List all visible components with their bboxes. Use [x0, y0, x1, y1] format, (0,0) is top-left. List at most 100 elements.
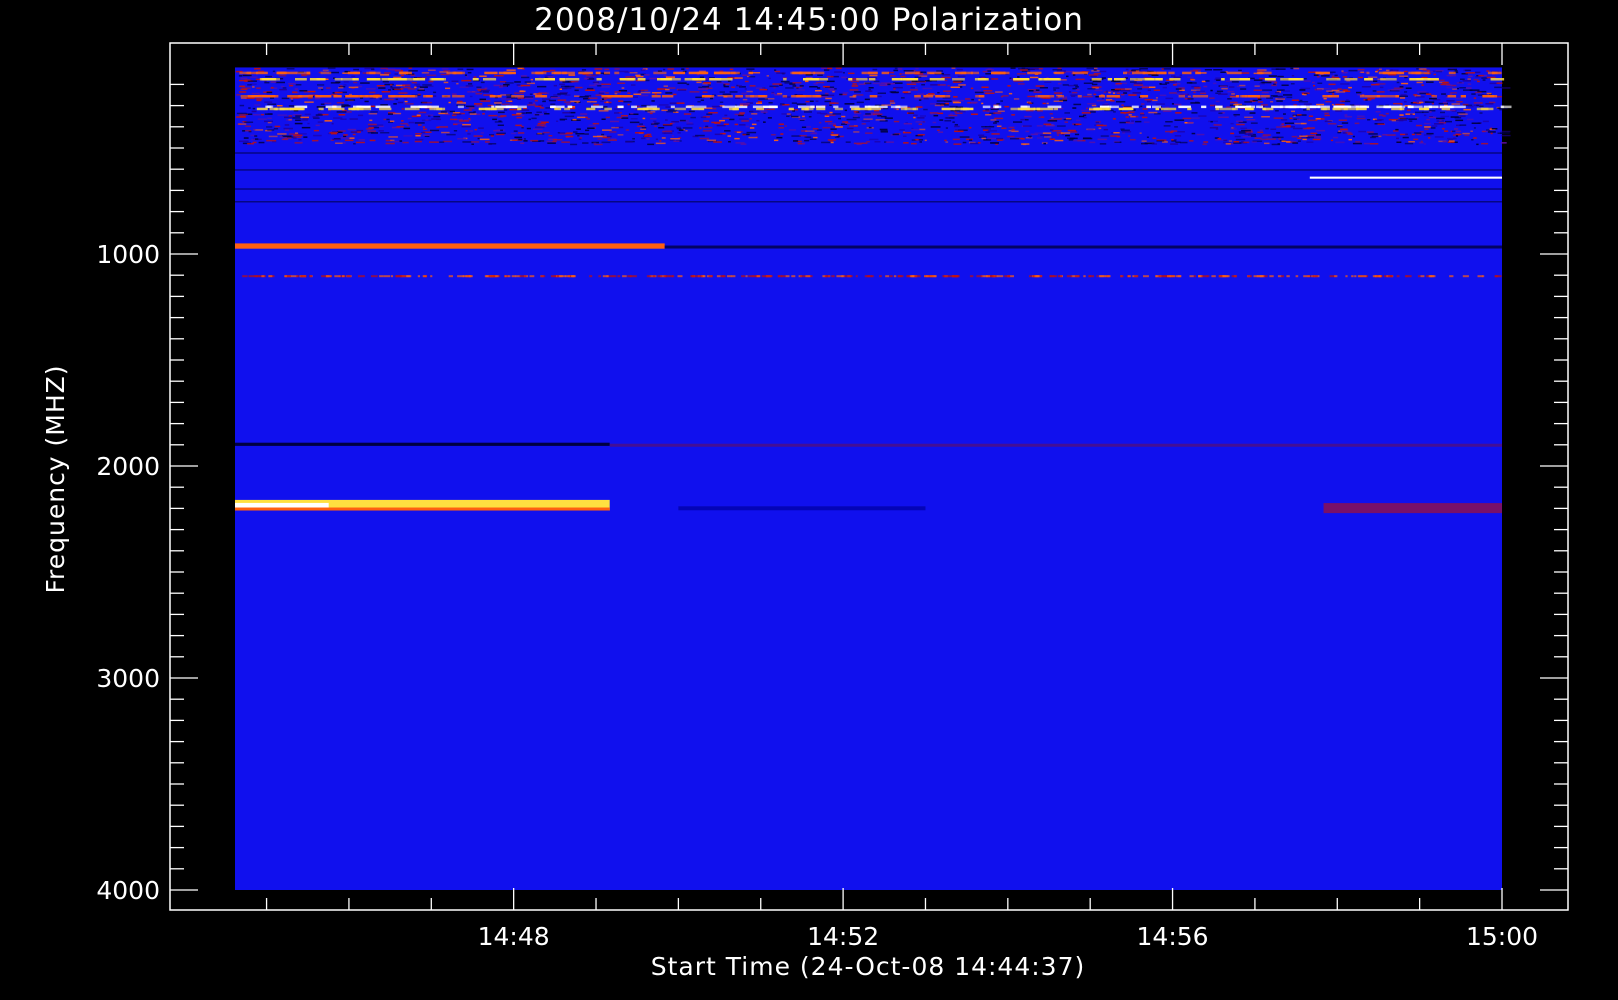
noise-mark [1233, 103, 1239, 106]
noise-mark [505, 82, 514, 84]
noise-mark [256, 99, 262, 102]
noise-mark [275, 81, 285, 84]
noise-mark [520, 142, 525, 144]
streak-mark [434, 107, 446, 111]
noise-mark [390, 139, 395, 142]
noise-mark [863, 118, 873, 120]
noise-mark [1415, 116, 1419, 119]
noise-mark [462, 141, 472, 143]
noise-mark [570, 143, 578, 146]
noise-mark [1321, 75, 1330, 77]
noise-mark [1419, 142, 1424, 144]
noise-mark [979, 136, 987, 138]
streak-mark [497, 95, 502, 98]
noise-mark [826, 75, 834, 78]
noise-mark [1404, 101, 1407, 103]
noise-mark [384, 72, 391, 74]
noise-mark [1231, 93, 1235, 95]
noise-mark [1035, 89, 1040, 91]
noise-mark [610, 120, 619, 123]
noise-mark [760, 111, 768, 113]
noise-mark [370, 132, 378, 134]
noise-mark [264, 81, 270, 84]
noise-mark [1257, 97, 1261, 99]
speckle-mark [284, 275, 287, 278]
noise-mark [1187, 98, 1194, 100]
streak-mark [1221, 78, 1225, 81]
noise-mark [677, 82, 687, 84]
noise-mark [1043, 123, 1052, 125]
noise-mark [630, 112, 634, 115]
noise-mark [1441, 93, 1446, 95]
noise-mark [408, 70, 418, 72]
noise-mark [277, 114, 288, 116]
streak-mark [351, 107, 356, 111]
speckle-mark [1351, 275, 1354, 278]
noise-mark [457, 138, 466, 140]
noise-mark [428, 80, 434, 83]
noise-mark [1095, 121, 1099, 124]
noise-mark [489, 134, 495, 136]
noise-mark [1276, 126, 1283, 128]
noise-mark [343, 135, 347, 138]
noise-mark [536, 133, 545, 135]
noise-mark [985, 73, 991, 75]
noise-mark [1396, 141, 1402, 143]
noise-mark [369, 119, 373, 122]
noise-mark [698, 86, 703, 89]
noise-mark [245, 125, 251, 128]
noise-mark [1344, 116, 1353, 118]
noise-mark [902, 131, 912, 134]
noise-mark [853, 142, 863, 145]
noise-mark [1260, 138, 1267, 141]
noise-mark [501, 103, 510, 105]
noise-mark [865, 90, 873, 92]
noise-mark [937, 112, 944, 115]
noise-mark [1187, 95, 1191, 98]
noise-mark [804, 139, 810, 142]
noise-mark [593, 142, 597, 144]
noise-mark [1191, 132, 1196, 135]
noise-mark [1177, 90, 1183, 93]
streak-mark [1109, 105, 1119, 109]
noise-mark [428, 115, 431, 117]
noise-mark [1075, 86, 1079, 88]
noise-mark [402, 141, 409, 144]
noise-mark [1040, 134, 1050, 136]
noise-mark [601, 141, 611, 144]
noise-mark [641, 137, 646, 140]
noise-mark [1501, 87, 1511, 89]
noise-mark [1068, 84, 1074, 87]
noise-mark [856, 101, 864, 104]
noise-mark [1348, 138, 1352, 141]
noise-mark [267, 117, 272, 119]
noise-mark [345, 99, 356, 101]
speckle-mark [1247, 275, 1252, 278]
noise-mark [809, 138, 817, 140]
noise-mark [917, 93, 925, 95]
noise-mark [1467, 83, 1472, 85]
streak-mark [652, 107, 657, 111]
noise-mark [308, 90, 316, 93]
noise-mark [535, 126, 545, 129]
noise-mark [523, 140, 528, 142]
noise-mark [880, 131, 888, 133]
streak-mark [1053, 107, 1058, 111]
noise-mark [1372, 90, 1377, 92]
noise-mark [983, 129, 989, 131]
noise-mark [1413, 138, 1419, 141]
streak-mark [697, 71, 709, 75]
noise-mark [919, 128, 926, 131]
noise-mark [977, 142, 981, 144]
noise-mark [452, 122, 463, 125]
noise-mark [401, 120, 404, 122]
noise-mark [1444, 130, 1449, 132]
streak-mark [1293, 105, 1300, 109]
noise-mark [1328, 83, 1336, 86]
noise-mark [1457, 87, 1459, 90]
noise-mark [414, 83, 421, 86]
noise-mark [1341, 71, 1348, 74]
noise-mark [1289, 117, 1293, 120]
noise-mark [1293, 104, 1297, 106]
noise-mark [1340, 128, 1348, 130]
